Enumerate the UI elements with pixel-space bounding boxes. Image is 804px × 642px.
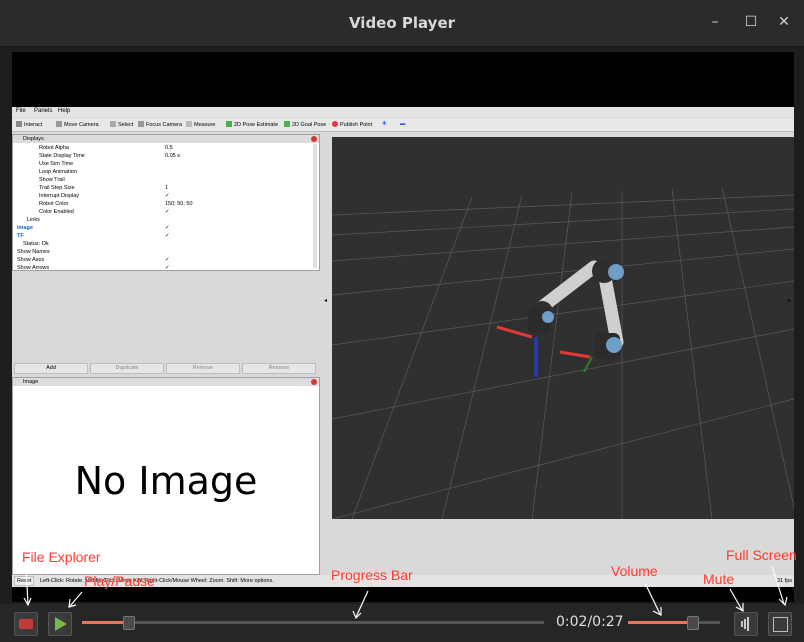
displays-header: Displays xyxy=(13,135,319,143)
property-value: 150; 50; 50 xyxy=(165,201,193,207)
progress-handle[interactable] xyxy=(123,616,136,630)
volume-slider[interactable] xyxy=(628,616,720,630)
minus-icon: ▬ xyxy=(400,121,406,127)
collapse-left-icon: ◂ xyxy=(324,298,328,304)
folder-icon xyxy=(19,619,33,629)
no-image-text: No Image xyxy=(74,459,258,503)
play-pause-button[interactable] xyxy=(48,612,72,636)
pose-arrow-icon xyxy=(226,121,232,127)
property-name: Show Trail xyxy=(39,177,65,183)
tool-measure: Measure xyxy=(186,121,215,128)
cursor-icon xyxy=(16,121,22,127)
volume-fill xyxy=(628,621,693,624)
fps-readout: 31 fps xyxy=(777,578,792,584)
progress-bar[interactable] xyxy=(82,616,544,630)
label-play-pause: Play/Pause xyxy=(84,573,155,589)
window-title: Video Player xyxy=(348,14,456,32)
add-button: Add xyxy=(14,363,88,374)
image-panel-header: Image xyxy=(13,378,319,386)
fullscreen-icon xyxy=(773,617,788,632)
volume-handle[interactable] xyxy=(687,616,700,630)
duplicate-button: Duplicate xyxy=(90,363,164,374)
property-value: 0.5 xyxy=(165,145,173,151)
property-value: ✓ xyxy=(165,209,170,215)
label-file-explorer: File Explorer xyxy=(22,549,101,565)
rviz-menubar: File Panels Help xyxy=(12,107,794,117)
close-button[interactable]: ✕ xyxy=(774,12,794,32)
move-icon xyxy=(56,121,62,127)
tool-move-camera: Move Camera xyxy=(56,121,99,128)
menu-help: Help xyxy=(58,108,71,114)
image-panel: Image No Image xyxy=(12,377,320,575)
property-name: Use Sim Time xyxy=(39,161,74,167)
property-value: ✓ xyxy=(165,233,170,239)
property-value: ✓ xyxy=(165,265,170,271)
property-name: Links xyxy=(27,217,40,223)
scrollbar xyxy=(313,144,317,268)
pin-icon xyxy=(332,121,338,127)
speaker-icon xyxy=(741,617,749,631)
property-value: 0.05 s xyxy=(165,153,180,159)
label-full-screen: Full Screen xyxy=(726,547,797,563)
property-name: Trail Step Size xyxy=(39,185,75,191)
maximize-button[interactable]: ☐ xyxy=(741,12,761,32)
label-progress-bar: Progress Bar xyxy=(331,567,413,583)
rviz-window: File Panels Help Interact Move Camera Se… xyxy=(12,107,794,587)
ruler-icon xyxy=(186,121,192,127)
label-volume: Volume xyxy=(611,563,658,579)
tool-focus-camera: Focus Camera xyxy=(138,121,182,128)
focus-icon xyxy=(138,121,144,127)
tool-goal-pose: 2D Goal Pose xyxy=(284,121,326,128)
time-readout: 0:02/0:27 xyxy=(556,614,624,630)
displays-buttons: Add Duplicate Remove Rename xyxy=(12,363,318,374)
video-frame[interactable]: File Panels Help Interact Move Camera Se… xyxy=(12,52,794,602)
property-name: Color Enabled xyxy=(39,209,74,215)
tool-publish-point: Publish Point xyxy=(332,121,372,128)
property-name: Show Axes xyxy=(17,257,45,263)
property-name: Status: Ok xyxy=(23,241,49,247)
menu-file: File xyxy=(16,108,26,114)
property-name: Image xyxy=(17,225,33,231)
property-name: Show Arrows xyxy=(17,265,50,271)
property-name: Robot Alpha xyxy=(39,145,69,151)
menu-panels: Panels xyxy=(34,108,53,114)
rviz-toolbar: Interact Move Camera Select Focus Camera… xyxy=(12,118,794,132)
property-name: TF xyxy=(17,233,24,239)
property-value: ✓ xyxy=(165,257,170,263)
close-icon xyxy=(311,136,317,142)
displays-panel: Displays Robot Alpha 0.5 State Display Tim… xyxy=(12,134,320,271)
mute-button[interactable] xyxy=(734,612,758,636)
title-bar: Video Player – ☐ ✕ xyxy=(0,0,804,47)
select-icon xyxy=(110,121,116,127)
progress-fill xyxy=(82,621,129,624)
goal-arrow-icon xyxy=(284,121,290,127)
property-name: Loop Animation xyxy=(39,169,77,175)
robot-scene xyxy=(332,186,794,519)
tool-interact: Interact xyxy=(16,121,42,128)
collapse-right-icon: ▸ xyxy=(788,298,792,304)
property-name: Robot Color xyxy=(39,201,69,207)
label-mute: Mute xyxy=(703,571,735,587)
property-value: ✓ xyxy=(165,225,170,231)
status-hint: Left-Click: Rotate. Middle-Click: Move X… xyxy=(40,578,274,584)
tool-pose-estimate: 2D Pose Estimate xyxy=(226,121,278,128)
property-name: Interrupt Display xyxy=(39,193,80,199)
remove-button: Remove xyxy=(166,363,240,374)
property-value: ✓ xyxy=(165,193,170,199)
close-icon xyxy=(311,379,317,385)
tool-select: Select xyxy=(110,121,133,128)
play-icon xyxy=(55,617,67,631)
full-screen-button[interactable] xyxy=(768,612,792,636)
plus-icon: ✚ xyxy=(382,121,387,127)
property-name: State Display Time xyxy=(39,153,85,159)
property-name: Show Names xyxy=(17,249,50,255)
player-controls: 0:02/0:27 xyxy=(0,604,804,642)
minimize-button[interactable]: – xyxy=(705,12,725,32)
property-value: 1 xyxy=(165,185,169,191)
file-explorer-button[interactable] xyxy=(14,612,38,636)
rename-button: Rename xyxy=(242,363,316,374)
3d-viewport xyxy=(332,137,794,519)
reset-button: Reset xyxy=(14,576,35,586)
